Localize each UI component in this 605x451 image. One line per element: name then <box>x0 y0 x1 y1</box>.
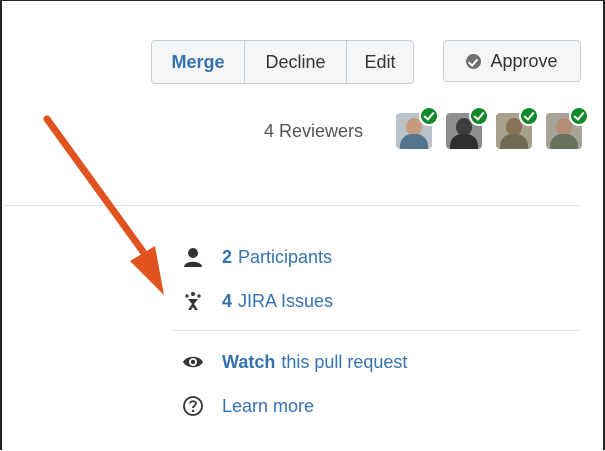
annotation-arrow <box>43 115 164 295</box>
pull-request-panel: Merge Decline Edit Approve 4 Reviewers 2… <box>0 0 605 450</box>
